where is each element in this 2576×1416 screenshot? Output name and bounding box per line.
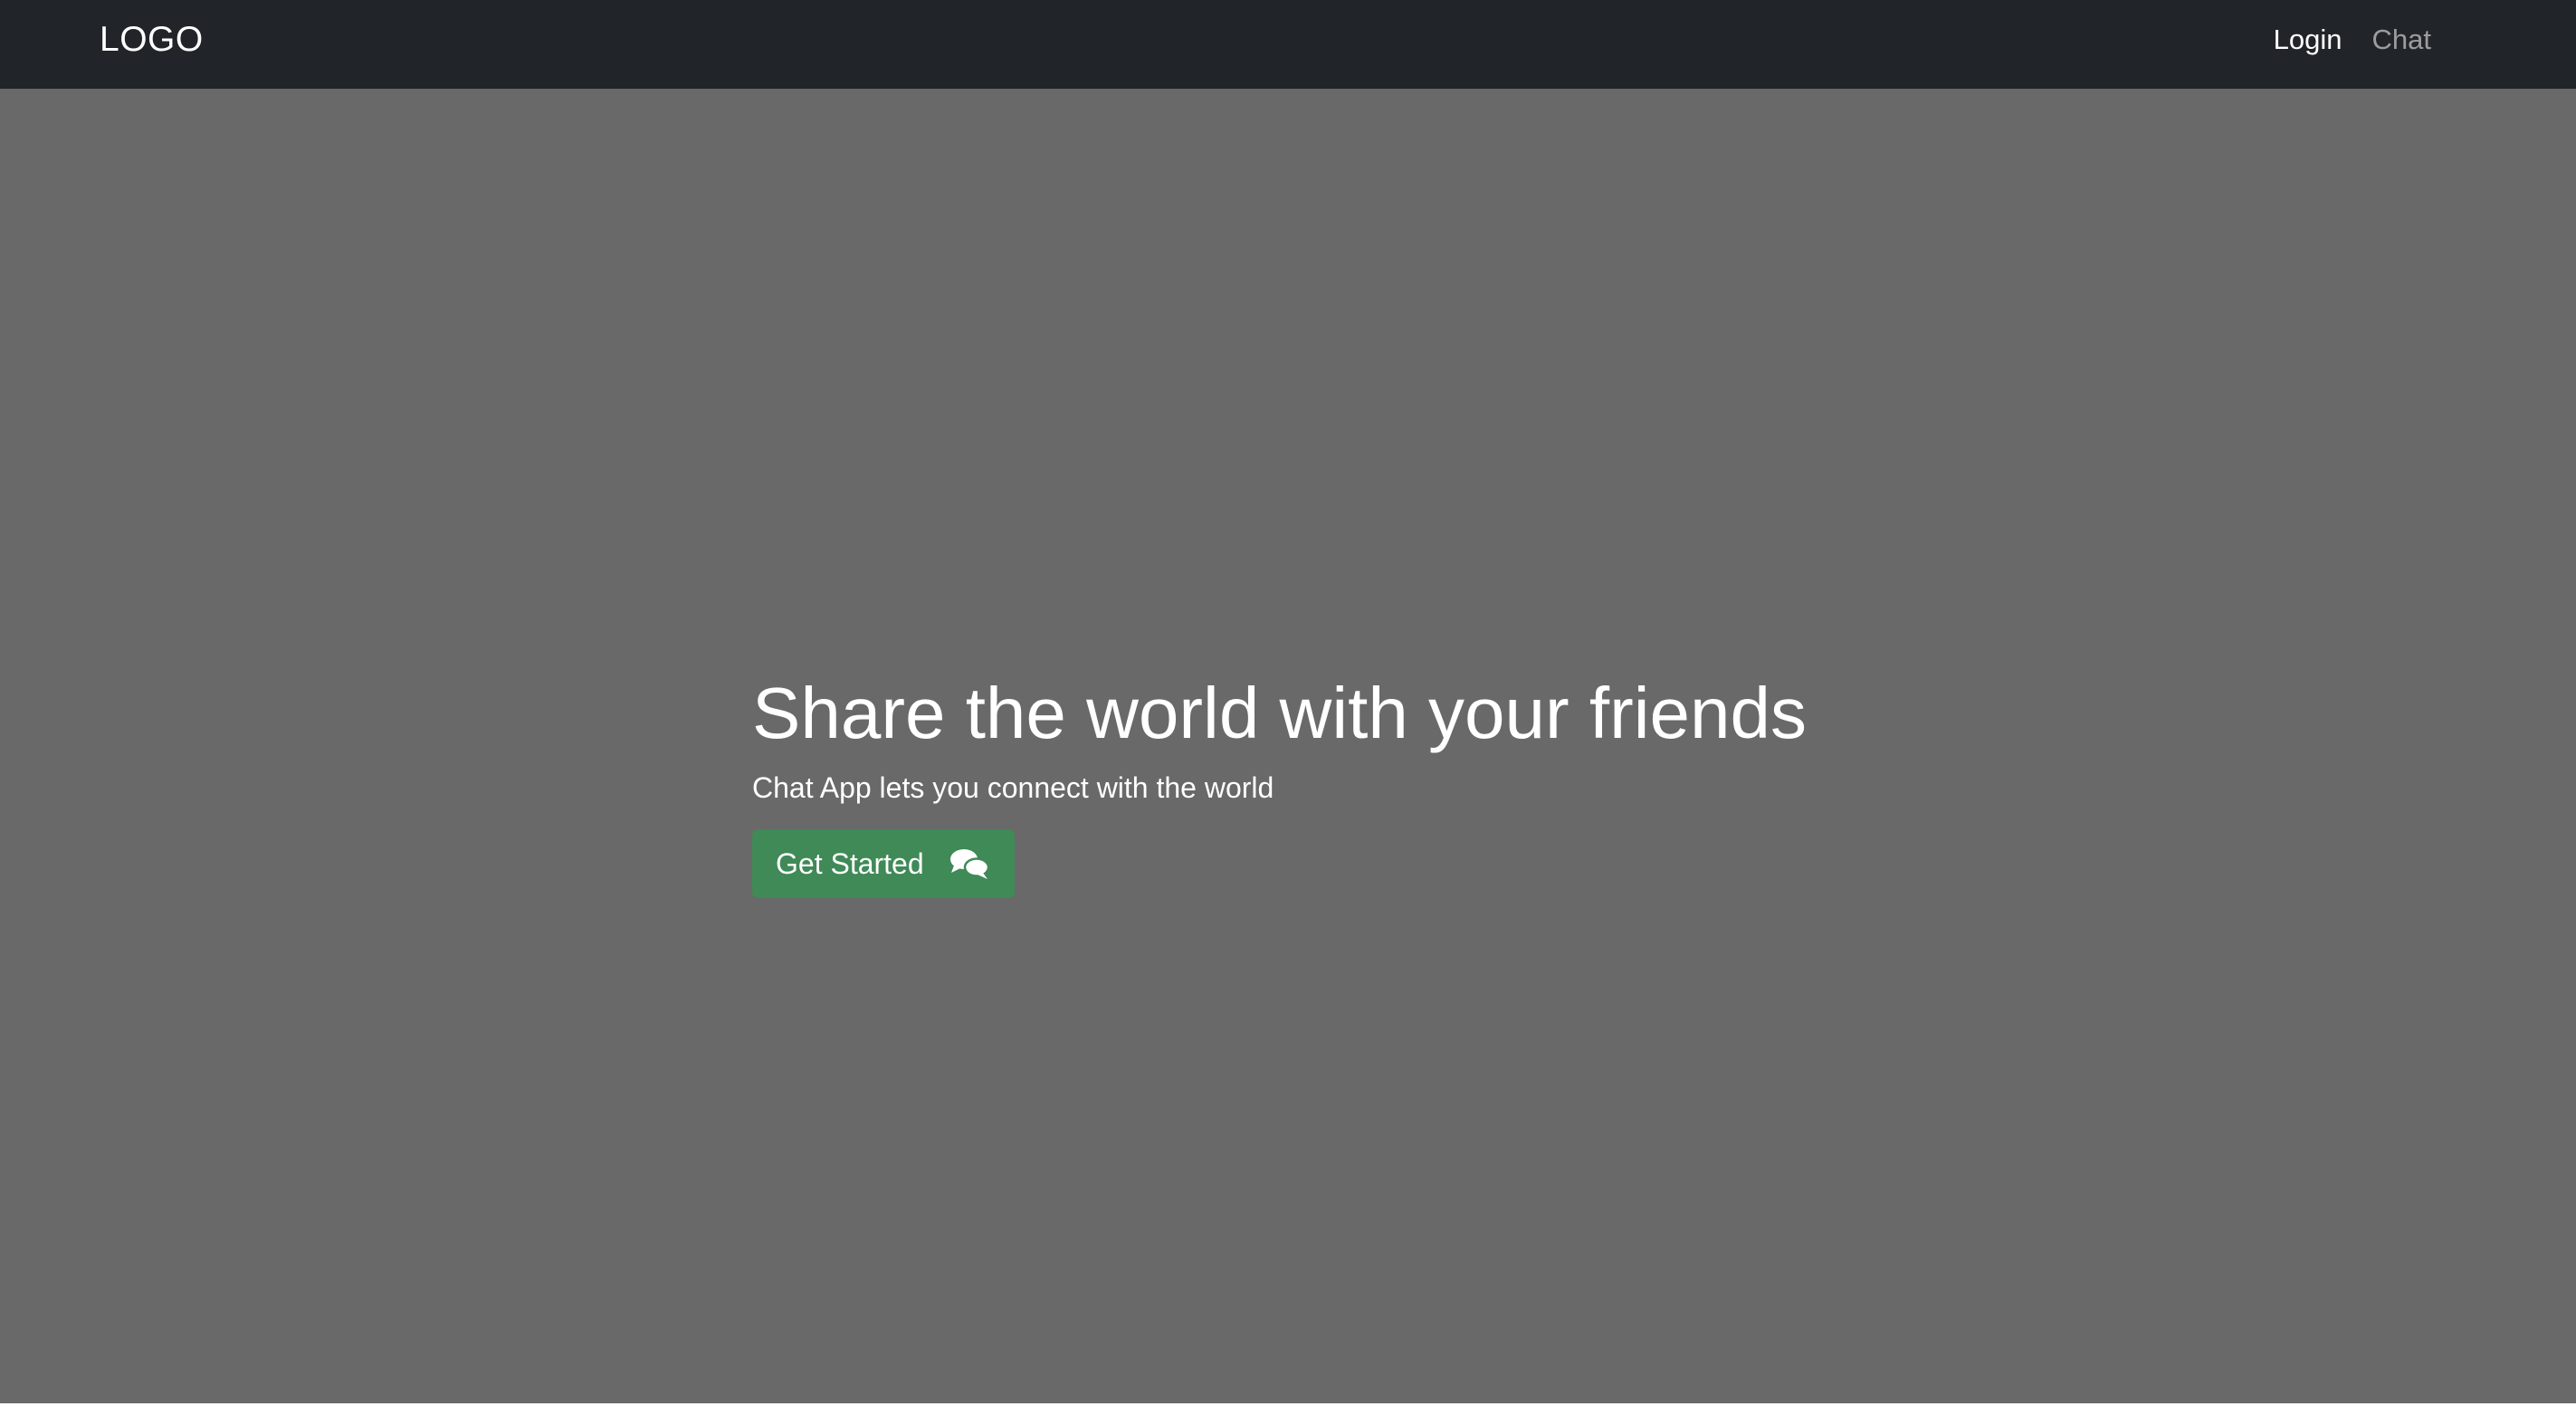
hero-title: Share the world with your friends (752, 673, 1807, 753)
hero-section: Share the world with your friends Chat A… (0, 89, 2576, 1403)
brand-logo-link[interactable]: LOGO (100, 0, 204, 80)
nav-link-chat[interactable]: Chat (2372, 0, 2431, 80)
get-started-label: Get Started (776, 847, 924, 880)
hero-subtitle: Chat App lets you connect with the world (752, 771, 1274, 804)
hero-content: Share the world with your friends Chat A… (752, 668, 1929, 898)
top-navbar: LOGO Login Chat (0, 0, 2576, 89)
nav-links: Login Chat (2274, 0, 2431, 80)
page-bottom-edge (0, 1403, 2576, 1416)
nav-link-login[interactable]: Login (2274, 0, 2342, 80)
comments-icon (949, 847, 989, 880)
get-started-button[interactable]: Get Started (752, 829, 1015, 898)
